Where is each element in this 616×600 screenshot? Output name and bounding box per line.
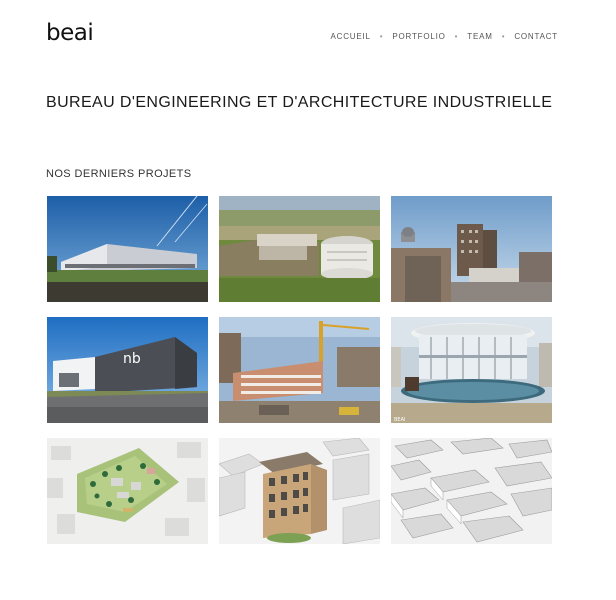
project-thumbnail-1[interactable] — [47, 196, 208, 302]
industrial-hall-photo — [47, 196, 208, 302]
section-title: NOS DERNIERS PROJETS — [46, 168, 192, 180]
project-thumbnail-6[interactable]: BEAI — [391, 317, 552, 423]
project-thumbnail-8[interactable] — [219, 438, 380, 544]
project-thumbnail-9[interactable] — [391, 438, 552, 544]
nb-building-photo: nb — [47, 317, 208, 423]
nav-separator: • — [379, 32, 384, 41]
nav-team[interactable]: TEAM — [467, 32, 492, 41]
city-block-render — [391, 438, 552, 544]
site-header: beai ACCUEIL • PORTFOLIO • TEAM • CONTAC… — [0, 0, 616, 70]
svg-text:nb: nb — [123, 351, 141, 367]
page-title: BUREAU D'ENGINEERING ET D'ARCHITECTURE I… — [46, 94, 553, 111]
nav-separator: • — [454, 32, 459, 41]
round-tank-building-photo — [219, 196, 380, 302]
city-buildings-photo — [391, 196, 552, 302]
pavilion-sign: BEAI — [394, 417, 405, 423]
site-plan-render — [47, 438, 208, 544]
nav-portfolio[interactable]: PORTFOLIO — [392, 32, 445, 41]
main-nav: ACCUEIL • PORTFOLIO • TEAM • CONTACT — [330, 32, 558, 41]
nav-separator: • — [501, 32, 506, 41]
nav-accueil[interactable]: ACCUEIL — [330, 32, 370, 41]
project-thumbnail-7[interactable] — [47, 438, 208, 544]
pavilion-render: BEAI — [391, 317, 552, 423]
project-thumbnail-2[interactable] — [219, 196, 380, 302]
projects-grid: nb BEAI — [47, 196, 552, 544]
apartment-building-render — [219, 438, 380, 544]
beai-logo[interactable]: beai — [46, 20, 94, 46]
project-thumbnail-4[interactable]: nb — [47, 317, 208, 423]
nav-contact[interactable]: CONTACT — [514, 32, 558, 41]
project-thumbnail-5[interactable] — [219, 317, 380, 423]
project-thumbnail-3[interactable] — [391, 196, 552, 302]
construction-site-photo — [219, 317, 380, 423]
